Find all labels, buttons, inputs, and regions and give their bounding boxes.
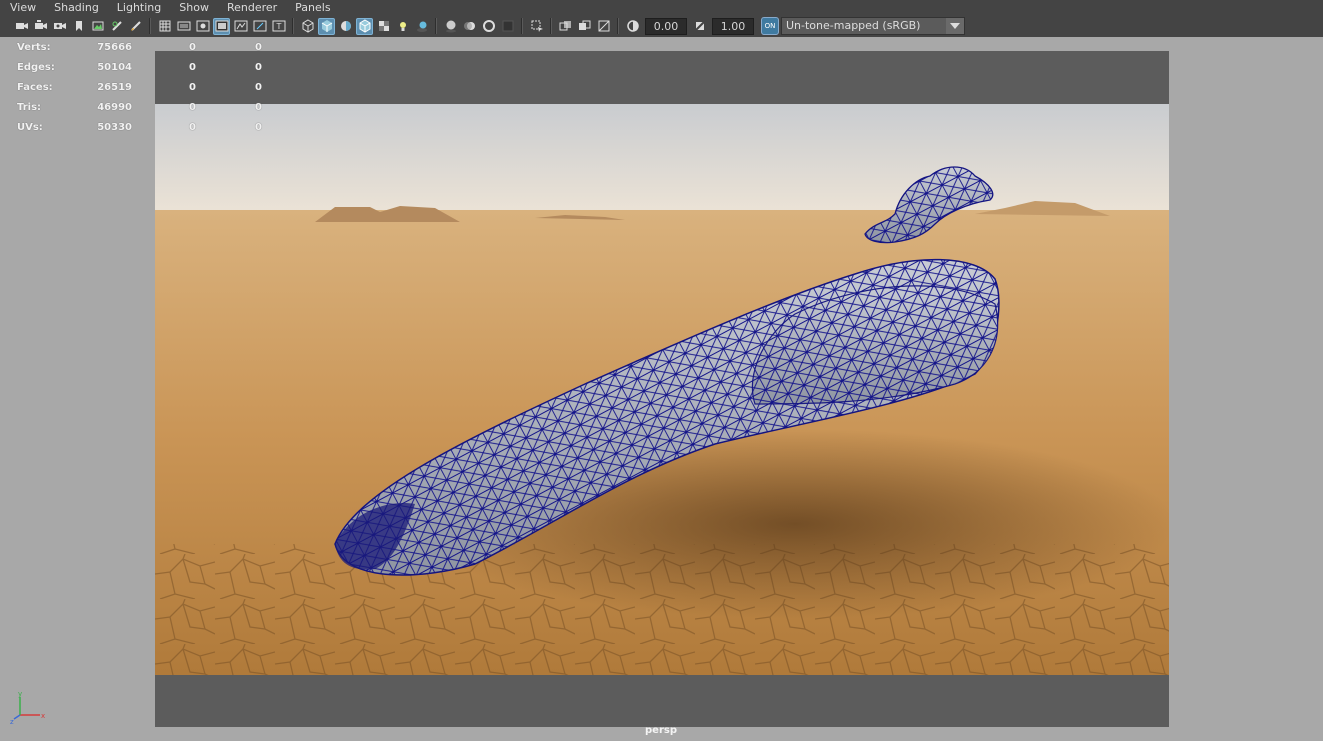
resolution-gate-icon[interactable] xyxy=(194,18,211,35)
wireframe-icon[interactable] xyxy=(299,18,316,35)
grid-icon[interactable] xyxy=(156,18,173,35)
bookmark-icon[interactable] xyxy=(70,18,87,35)
hud-value-components: 0 xyxy=(255,121,262,133)
hud-value-total: 26519 xyxy=(97,81,132,93)
hud-label: Edges: xyxy=(17,61,55,73)
textured-icon[interactable] xyxy=(375,18,392,35)
svg-text:T: T xyxy=(275,22,281,31)
screen-space-ao-icon[interactable] xyxy=(442,18,459,35)
hud-row-faces: Faces: 26519 0 0 xyxy=(17,77,262,97)
viewport-menu-bar: View Shading Lighting Show Renderer Pane… xyxy=(0,0,1323,15)
wireframe-on-shaded-icon[interactable] xyxy=(356,17,373,35)
toolbar-separator xyxy=(435,18,437,34)
shadows-icon[interactable] xyxy=(413,18,430,35)
image-plane-icon[interactable] xyxy=(89,18,106,35)
hud-value-selected: 0 xyxy=(189,101,196,113)
camera-icon[interactable] xyxy=(13,18,30,35)
menu-panels[interactable]: Panels xyxy=(285,0,338,15)
view-transform-dropdown[interactable]: Un-tone-mapped (sRGB) xyxy=(781,17,965,35)
smooth-shade-icon[interactable] xyxy=(318,17,335,35)
safe-action-icon[interactable] xyxy=(251,18,268,35)
multisample-aa-icon[interactable] xyxy=(480,18,497,35)
view-axis-gizmo: x y z xyxy=(10,691,45,725)
use-all-lights-icon[interactable] xyxy=(394,18,411,35)
hud-value-selected: 0 xyxy=(189,61,196,73)
motion-blur-icon[interactable] xyxy=(461,18,478,35)
hud-value-components: 0 xyxy=(255,41,262,53)
hud-row-uvs: UVs: 50330 0 0 xyxy=(17,117,262,137)
axis-x-label: x xyxy=(41,712,45,720)
menu-renderer[interactable]: Renderer xyxy=(217,0,285,15)
depth-of-field-icon[interactable] xyxy=(499,18,516,35)
poly-count-hud: Verts: 75666 0 0 Edges: 50104 0 0 Faces:… xyxy=(17,37,262,137)
panel-toolbar: T 0.00 1.00 ON Un-tone-mapped (sRGB) xyxy=(0,15,1323,37)
hud-value-selected: 0 xyxy=(189,41,196,53)
hud-row-tris: Tris: 46990 0 0 xyxy=(17,97,262,117)
hud-value-components: 0 xyxy=(255,101,262,113)
gamma-icon[interactable] xyxy=(691,18,708,35)
hud-value-total: 50104 xyxy=(97,61,132,73)
gamma-field[interactable]: 1.00 xyxy=(712,17,754,35)
field-chart-icon[interactable] xyxy=(232,18,249,35)
toolbar-separator xyxy=(617,18,619,34)
hud-value-components: 0 xyxy=(255,81,262,93)
view-transform-value: Un-tone-mapped (sRGB) xyxy=(786,19,921,32)
2d-pan-zoom-icon[interactable] xyxy=(127,18,144,35)
xray-joints-icon[interactable] xyxy=(576,18,593,35)
hud-row-verts: Verts: 75666 0 0 xyxy=(17,37,262,57)
isolate-select-icon[interactable] xyxy=(528,18,545,35)
xray-components-icon[interactable] xyxy=(595,18,612,35)
axis-y-label: y xyxy=(18,691,22,698)
camera-attributes-icon[interactable] xyxy=(32,18,49,35)
desert-scene-image xyxy=(155,104,1169,675)
toolbar-separator xyxy=(292,18,294,34)
hud-value-total: 46990 xyxy=(97,101,132,113)
hud-label: UVs: xyxy=(17,121,43,133)
perspective-viewport[interactable]: Verts: 75666 0 0 Edges: 50104 0 0 Faces:… xyxy=(2,37,1320,741)
hud-value-components: 0 xyxy=(255,61,262,73)
hud-label: Tris: xyxy=(17,101,42,113)
color-management-icon[interactable]: ON xyxy=(761,17,779,35)
gate-mask-icon[interactable] xyxy=(213,17,230,35)
hud-value-selected: 0 xyxy=(189,121,196,133)
xray-icon[interactable] xyxy=(557,18,574,35)
hud-value-total: 75666 xyxy=(97,41,132,53)
gate-mask-top xyxy=(155,51,1169,104)
menu-shading[interactable]: Shading xyxy=(44,0,107,15)
hud-label: Verts: xyxy=(17,41,51,53)
menu-view[interactable]: View xyxy=(0,0,44,15)
hud-value-total: 50330 xyxy=(97,121,132,133)
axis-z-label: z xyxy=(10,718,14,725)
safe-title-icon[interactable]: T xyxy=(270,18,287,35)
toolbar-separator xyxy=(149,18,151,34)
toolbar-separator xyxy=(521,18,523,34)
exposure-icon[interactable] xyxy=(624,18,641,35)
exposure-field[interactable]: 0.00 xyxy=(645,17,687,35)
camera-name-label: persp xyxy=(645,725,677,736)
menu-lighting[interactable]: Lighting xyxy=(107,0,169,15)
scene-render[interactable] xyxy=(155,104,1169,675)
bookmark-camera-icon[interactable] xyxy=(51,18,68,35)
hud-row-edges: Edges: 50104 0 0 xyxy=(17,57,262,77)
use-default-material-icon[interactable] xyxy=(337,18,354,35)
film-gate-icon[interactable] xyxy=(175,18,192,35)
chevron-down-icon[interactable] xyxy=(946,18,964,34)
hud-label: Faces: xyxy=(17,81,53,93)
toolbar-separator xyxy=(550,18,552,34)
gate-mask-bottom xyxy=(155,675,1169,727)
grease-pencil-icon[interactable] xyxy=(108,18,125,35)
menu-show[interactable]: Show xyxy=(169,0,217,15)
hud-value-selected: 0 xyxy=(189,81,196,93)
